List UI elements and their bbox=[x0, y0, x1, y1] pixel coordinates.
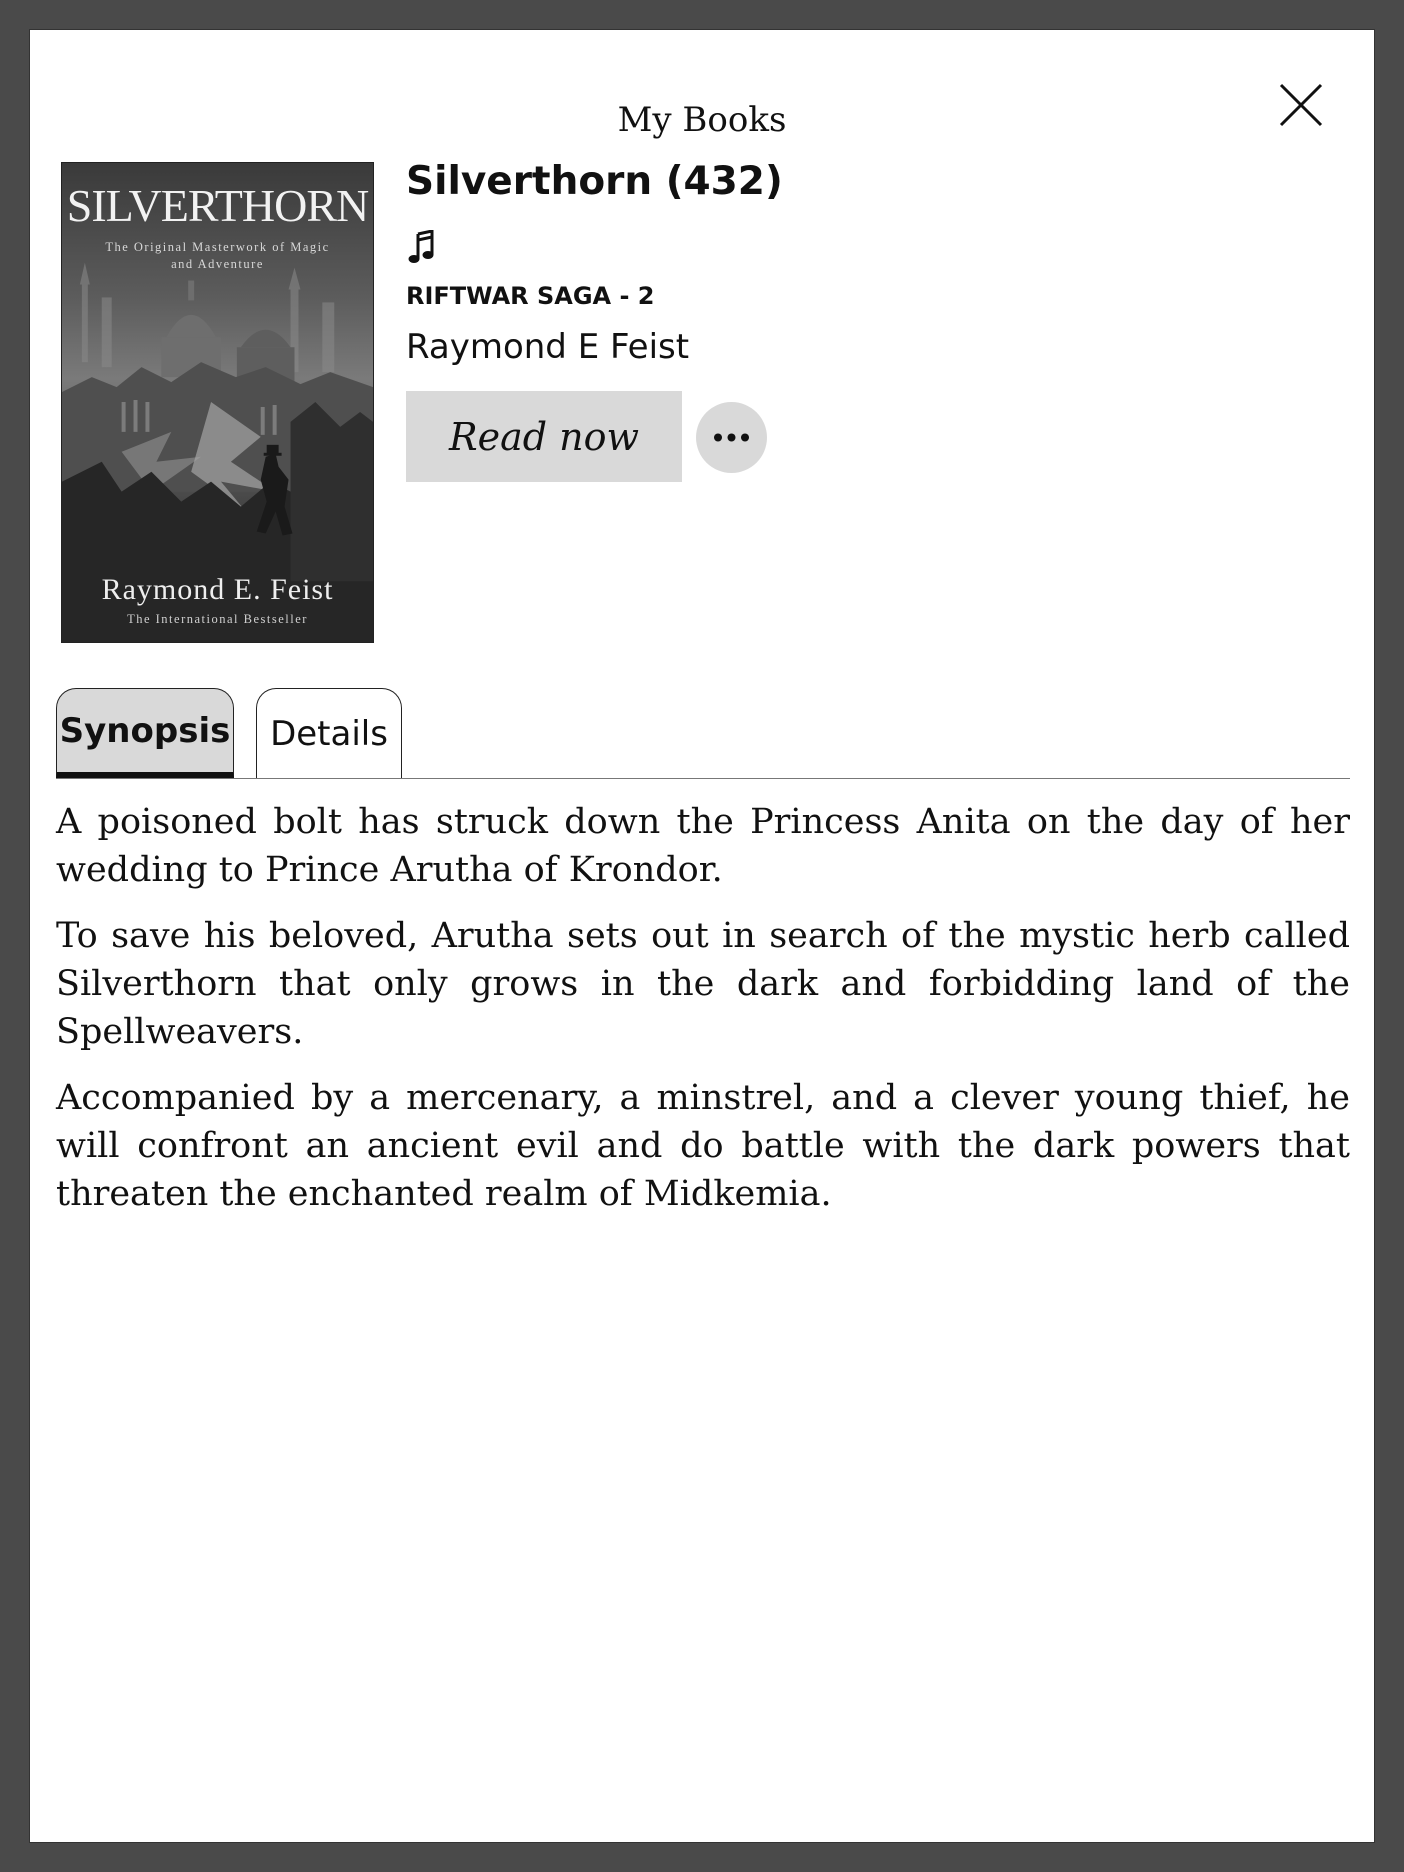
cover-bestseller: The International Bestseller bbox=[127, 612, 308, 626]
more-options-button[interactable] bbox=[696, 402, 767, 473]
synopsis-paragraph: To save his beloved, Arutha sets out in … bbox=[56, 916, 1350, 1052]
cover-author: Raymond E. Feist bbox=[101, 573, 334, 606]
close-button[interactable] bbox=[1266, 70, 1336, 140]
book-details-dialog: My Books SILVERTHORN The Original Master… bbox=[29, 29, 1375, 1843]
series-label[interactable]: RIFTWAR SAGA - 2 bbox=[406, 281, 654, 311]
read-now-button[interactable]: Read now bbox=[406, 391, 682, 482]
tab-synopsis[interactable]: Synopsis bbox=[56, 688, 234, 778]
synopsis-text: A poisoned bolt has struck down the Prin… bbox=[56, 798, 1350, 1236]
cover-artwork bbox=[62, 262, 373, 642]
cover-title: SILVERTHORN bbox=[66, 180, 369, 231]
synopsis-paragraph: A poisoned bolt has struck down the Prin… bbox=[56, 802, 1350, 890]
book-cover[interactable]: SILVERTHORN The Original Masterwork of M… bbox=[61, 162, 374, 643]
music-note-icon bbox=[408, 230, 436, 264]
author-name[interactable]: Raymond E Feist bbox=[406, 326, 689, 368]
tab-bar: Synopsis Details bbox=[56, 658, 1350, 779]
cover-tagline: The Original Masterwork of Magic and Adv… bbox=[105, 240, 330, 271]
close-icon bbox=[1279, 83, 1323, 127]
synopsis-paragraph: Accompanied by a mercenary, a minstrel, … bbox=[56, 1078, 1350, 1214]
more-options-icon bbox=[714, 433, 749, 442]
dialog-title: My Books bbox=[617, 100, 787, 140]
book-title: Silverthorn (432) bbox=[406, 159, 783, 204]
tab-details[interactable]: Details bbox=[256, 688, 402, 778]
